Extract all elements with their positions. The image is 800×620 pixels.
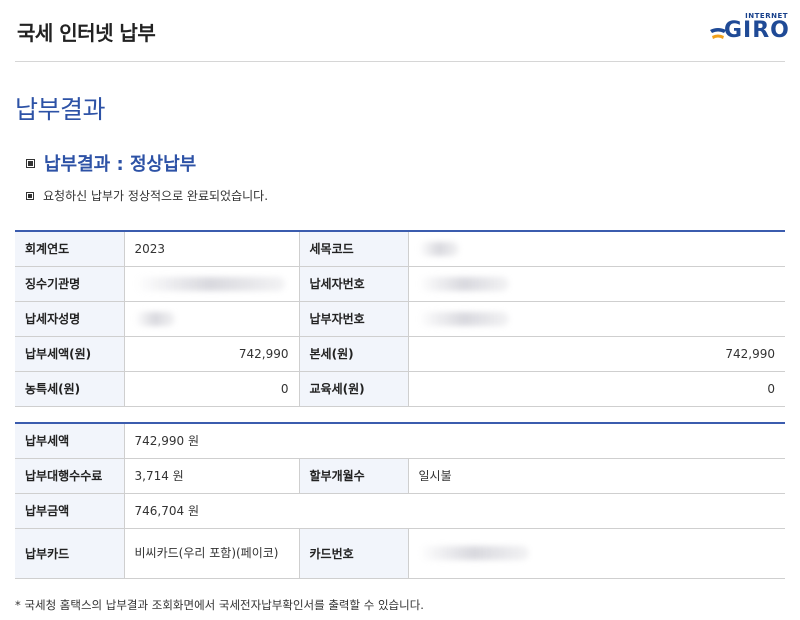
completion-message: 요청하신 납부가 정상적으로 완료되었습니다.: [26, 187, 268, 204]
card-value: 비씨카드(우리 포함)(페이코): [124, 528, 300, 579]
redacted-value: [418, 546, 529, 561]
tax-code-value: [408, 231, 785, 267]
card-no-value: [408, 528, 785, 579]
redacted-value: [418, 276, 509, 291]
taxpayer-name-label: 납세자성명: [15, 301, 125, 337]
table-row: 회계연도 2023 세목코드: [15, 231, 785, 267]
logo-big-text: GIRO: [724, 18, 790, 43]
principal-value: 742,990: [408, 336, 785, 372]
result-status: 납부결과 : 정상납부: [26, 150, 196, 176]
payment-summary-table: 납부세액 742,990 원 납부대행수수료 3,714 원 할부개월수 일시불…: [15, 422, 785, 579]
redacted-value: [134, 311, 175, 326]
installment-value: 일시불: [408, 458, 785, 494]
principal-label: 본세(원): [299, 336, 409, 372]
paid-tax-value: 742,990 원: [124, 423, 785, 459]
table-row: 농특세(원) 0 교육세(원) 0: [15, 371, 785, 407]
fee-value: 3,714 원: [124, 458, 300, 494]
tax-amount-value: 742,990: [124, 336, 300, 372]
table-row: 징수기관명 납세자번호: [15, 266, 785, 302]
rural-tax-label: 농특세(원): [15, 371, 125, 407]
taxpayer-name-value: [124, 301, 300, 337]
redacted-value: [418, 242, 459, 256]
table-row: 납부세액 742,990 원: [15, 423, 785, 459]
card-no-label: 카드번호: [299, 528, 409, 579]
table-row: 납세자성명 납부자번호: [15, 301, 785, 337]
redacted-value: [134, 276, 285, 291]
rural-tax-value: 0: [124, 371, 300, 407]
redacted-value: [418, 311, 509, 326]
payer-no-label: 납부자번호: [299, 301, 409, 337]
table-row: 납부카드 비씨카드(우리 포함)(페이코) 카드번호: [15, 528, 785, 579]
fiscal-year-value: 2023: [124, 231, 300, 267]
payment-detail-table: 회계연도 2023 세목코드 징수기관명 납세자번호 납세자성명 납부자번호 납…: [15, 230, 785, 407]
collector-label: 징수기관명: [15, 266, 125, 302]
header: 국세 인터넷 납부 INTERNET GIRO: [0, 0, 800, 62]
collector-value: [124, 266, 300, 302]
payer-no-value: [408, 301, 785, 337]
giro-logo: INTERNET GIRO: [708, 12, 790, 46]
header-divider: [15, 61, 785, 62]
message-text: 요청하신 납부가 정상적으로 완료되었습니다.: [43, 189, 269, 203]
result-text: 납부결과 : 정상납부: [44, 154, 197, 175]
paid-tax-label: 납부세액: [15, 423, 125, 459]
bullet-icon: [26, 158, 35, 168]
total-label: 납부금액: [15, 493, 125, 529]
table-row: 납부금액 746,704 원: [15, 493, 785, 529]
page-title: 납부결과: [15, 95, 106, 124]
tax-code-label: 세목코드: [299, 231, 409, 267]
taxpayer-no-value: [408, 266, 785, 302]
table-row: 납부대행수수료 3,714 원 할부개월수 일시불: [15, 458, 785, 494]
edu-tax-value: 0: [408, 371, 785, 407]
total-value: 746,704 원: [124, 493, 785, 529]
app-title: 국세 인터넷 납부: [17, 21, 156, 45]
card-label: 납부카드: [15, 528, 125, 579]
table-row: 납부세액(원) 742,990 본세(원) 742,990: [15, 336, 785, 372]
edu-tax-label: 교육세(원): [299, 371, 409, 407]
tax-amount-label: 납부세액(원): [15, 336, 125, 372]
bullet-icon: [26, 191, 34, 200]
installment-label: 할부개월수: [299, 458, 409, 494]
footnote: * 국세청 홈택스의 납부결과 조회화면에서 국세전자납부확인서를 출력할 수 …: [15, 598, 424, 612]
fee-label: 납부대행수수료: [15, 458, 125, 494]
taxpayer-no-label: 납세자번호: [299, 266, 409, 302]
fiscal-year-label: 회계연도: [15, 231, 125, 267]
